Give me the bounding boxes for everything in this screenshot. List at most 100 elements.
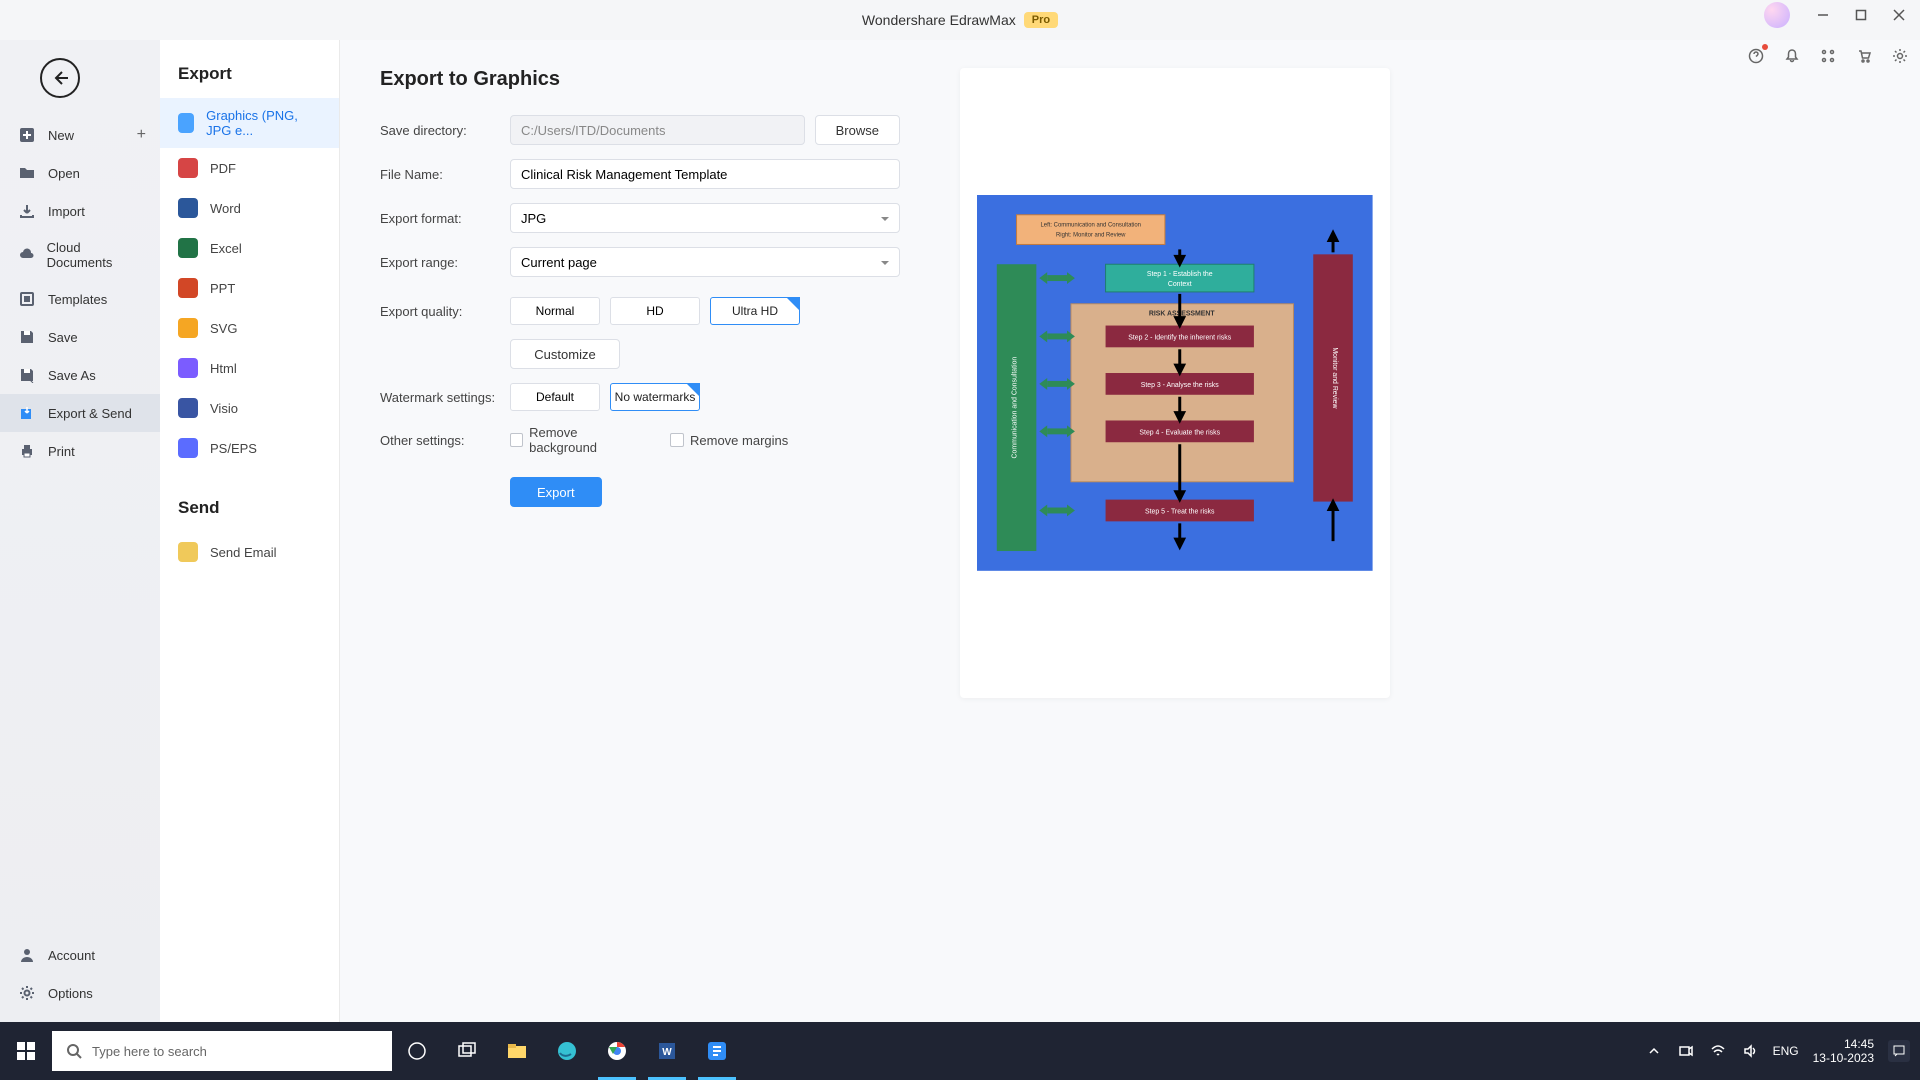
export-item-label: PS/EPS [210, 441, 257, 456]
export-item-svg[interactable]: SVG [160, 308, 339, 348]
export-item-graphics-png-jpg-e[interactable]: Graphics (PNG, JPG e... [160, 98, 339, 148]
task-explorer-icon[interactable] [492, 1022, 542, 1080]
tray-chevron-icon[interactable] [1645, 1042, 1663, 1060]
cloud-icon [18, 246, 35, 264]
export-item-visio[interactable]: Visio [160, 388, 339, 428]
window-title: Wondershare EdrawMax Pro [862, 12, 1058, 28]
sidebar-item-cloud-documents[interactable]: Cloud Documents [0, 230, 160, 280]
tray-notifications[interactable] [1888, 1040, 1910, 1062]
taskbar-search[interactable]: Type here to search [52, 1031, 392, 1071]
sidebar-item-account[interactable]: Account [0, 936, 160, 974]
file-name-input[interactable] [510, 159, 900, 189]
system-tray: ENG 14:45 13-10-2023 [1645, 1037, 1920, 1066]
svg-text:Right: Monitor and Review: Right: Monitor and Review [1056, 233, 1126, 239]
send-heading: Send [160, 492, 339, 532]
row-customize: Customize [380, 339, 900, 369]
browse-button[interactable]: Browse [815, 115, 900, 145]
watermark-option-no-watermarks[interactable]: No watermarks [610, 383, 700, 411]
quality-option-hd[interactable]: HD [610, 297, 700, 325]
tray-date: 13-10-2023 [1813, 1051, 1874, 1065]
tray-clock[interactable]: 14:45 13-10-2023 [1813, 1037, 1874, 1066]
export-button[interactable]: Export [510, 477, 602, 507]
remove-background-checkbox[interactable]: Remove background [510, 425, 640, 455]
tray-volume-icon[interactable] [1741, 1042, 1759, 1060]
preview-column: Left: Communication and Consultation Rig… [960, 68, 1390, 994]
bell-icon[interactable] [1782, 46, 1802, 66]
start-button[interactable] [0, 1022, 52, 1080]
sidebar-item-label: Open [48, 166, 80, 181]
search-placeholder: Type here to search [92, 1044, 207, 1059]
export-item-label: Visio [210, 401, 238, 416]
export-item-label: Excel [210, 241, 242, 256]
tray-time: 14:45 [1813, 1037, 1874, 1051]
export-item-excel[interactable]: Excel [160, 228, 339, 268]
export-format-select[interactable]: JPG [510, 203, 900, 233]
sidebar-item-save-as[interactable]: Save As [0, 356, 160, 394]
task-edrawmax-icon[interactable] [692, 1022, 742, 1080]
sidebar-item-label: Save [48, 330, 78, 345]
sidebar-item-import[interactable]: Import [0, 192, 160, 230]
sidebar-item-save[interactable]: Save [0, 318, 160, 356]
save-directory-label: Save directory: [380, 123, 510, 138]
sidebar-item-open[interactable]: Open [0, 154, 160, 192]
export-item-pdf[interactable]: PDF [160, 148, 339, 188]
task-word-icon[interactable]: W [642, 1022, 692, 1080]
file-type-icon [178, 238, 198, 258]
maximize-button[interactable] [1846, 0, 1876, 30]
diagram-left-bar-text: Communication and Consultation [1012, 357, 1019, 459]
task-cortana-icon[interactable] [392, 1022, 442, 1080]
task-chrome-icon[interactable] [592, 1022, 642, 1080]
minimize-button[interactable] [1808, 0, 1838, 30]
help-icon[interactable] [1746, 46, 1766, 66]
remove-margins-checkbox[interactable]: Remove margins [670, 433, 800, 448]
sidebar-item-export-send[interactable]: Export & Send [0, 394, 160, 432]
sidebar-item-label: Save As [48, 368, 96, 383]
file-type-icon [178, 358, 198, 378]
remove-background-label: Remove background [529, 425, 640, 455]
export-item-send-email[interactable]: Send Email [160, 532, 339, 572]
svg-text:Step 5 - Treat the risks: Step 5 - Treat the risks [1145, 509, 1215, 516]
plus-icon: + [137, 126, 146, 144]
avatar[interactable] [1764, 2, 1790, 28]
sidebar-item-label: New [48, 128, 74, 143]
row-export-quality: Export quality: NormalHDUltra HD [380, 297, 900, 325]
account-icon [18, 946, 36, 964]
export-format-label: Export format: [380, 211, 510, 226]
svg-text:Step 1 - Establish the: Step 1 - Establish the [1147, 271, 1213, 278]
quality-option-ultra-hd[interactable]: Ultra HD [710, 297, 800, 325]
row-export-action: Export [380, 477, 900, 507]
task-edge-icon[interactable] [542, 1022, 592, 1080]
customize-button[interactable]: Customize [510, 339, 620, 369]
sidebar-item-options[interactable]: Options [0, 974, 160, 1012]
tray-meet-icon[interactable] [1677, 1042, 1695, 1060]
save-directory-input[interactable] [510, 115, 805, 145]
task-view-icon[interactable] [442, 1022, 492, 1080]
export-range-select[interactable]: Current page [510, 247, 900, 277]
export-item-ps-eps[interactable]: PS/EPS [160, 428, 339, 468]
quality-option-normal[interactable]: Normal [510, 297, 600, 325]
cart-icon[interactable] [1854, 46, 1874, 66]
file-type-icon [178, 198, 198, 218]
sidebar-item-templates[interactable]: Templates [0, 280, 160, 318]
export-item-label: Send Email [210, 545, 276, 560]
sidebar: New + Open ImportCloud DocumentsTemplates Sa… [0, 40, 160, 1022]
back-button[interactable] [40, 58, 80, 98]
taskbar: Type here to search W ENG 14:45 13-10-20… [0, 1022, 1920, 1080]
export-item-word[interactable]: Word [160, 188, 339, 228]
sidebar-item-print[interactable]: Print [0, 432, 160, 470]
export-format-value: JPG [521, 211, 546, 226]
sidebar-item-label: Print [48, 444, 75, 459]
export-item-ppt[interactable]: PPT [160, 268, 339, 308]
tray-language[interactable]: ENG [1773, 1044, 1799, 1058]
sidebar-item-new[interactable]: New + [0, 116, 160, 154]
tray-wifi-icon[interactable] [1709, 1042, 1727, 1060]
main-content: Export to Graphics Save directory: Brows… [340, 40, 1920, 1022]
gear-icon[interactable] [1890, 46, 1910, 66]
watermark-option-default[interactable]: Default [510, 383, 600, 411]
close-button[interactable] [1884, 0, 1914, 30]
grid-icon[interactable] [1818, 46, 1838, 66]
header-toolbar [1746, 46, 1910, 66]
export-item-html[interactable]: Html [160, 348, 339, 388]
diagram-preview: Left: Communication and Consultation Rig… [977, 195, 1373, 571]
export-format-panel: Export Graphics (PNG, JPG e...PDFWordExc… [160, 40, 340, 1022]
